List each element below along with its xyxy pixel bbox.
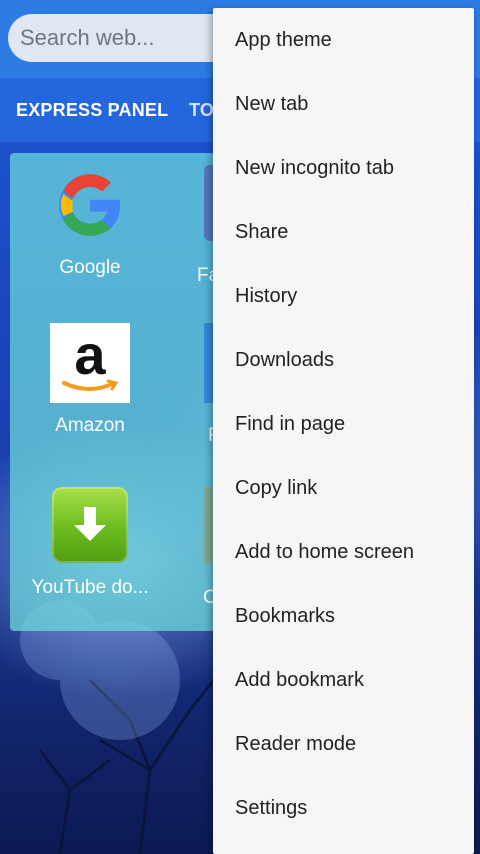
tile-youtube-downloader[interactable]: YouTube do... (10, 485, 170, 599)
menu-item-reader-mode[interactable]: Reader mode (213, 712, 474, 776)
menu-item-settings[interactable]: Settings (213, 776, 474, 840)
tile-amazon[interactable]: a Amazon (10, 323, 170, 437)
menu-item-downloads[interactable]: Downloads (213, 328, 474, 392)
menu-item-copy-link[interactable]: Copy link (213, 456, 474, 520)
tile-label: Google (59, 257, 121, 278)
menu-item-add-to-home-screen[interactable]: Add to home screen (213, 520, 474, 584)
tile-google[interactable]: Google (10, 165, 170, 279)
tab-express-panel[interactable]: EXPRESS PANEL (16, 100, 168, 121)
download-icon (50, 485, 130, 565)
tile-label: YouTube do... (31, 577, 149, 598)
menu-item-find-in-page[interactable]: Find in page (213, 392, 474, 456)
menu-item-share[interactable]: Share (213, 200, 474, 264)
menu-item-add-bookmark[interactable]: Add bookmark (213, 648, 474, 712)
menu-item-new-tab[interactable]: New tab (213, 72, 474, 136)
menu-item-history[interactable]: History (213, 264, 474, 328)
menu-item-new-incognito-tab[interactable]: New incognito tab (213, 136, 474, 200)
tab-next[interactable]: TO (189, 100, 214, 121)
amazon-icon: a (50, 323, 130, 403)
overflow-menu: App theme New tab New incognito tab Shar… (213, 8, 474, 854)
google-icon (50, 165, 130, 245)
menu-item-bookmarks[interactable]: Bookmarks (213, 584, 474, 648)
menu-item-app-theme[interactable]: App theme (213, 8, 474, 72)
tile-label: Amazon (55, 415, 125, 436)
